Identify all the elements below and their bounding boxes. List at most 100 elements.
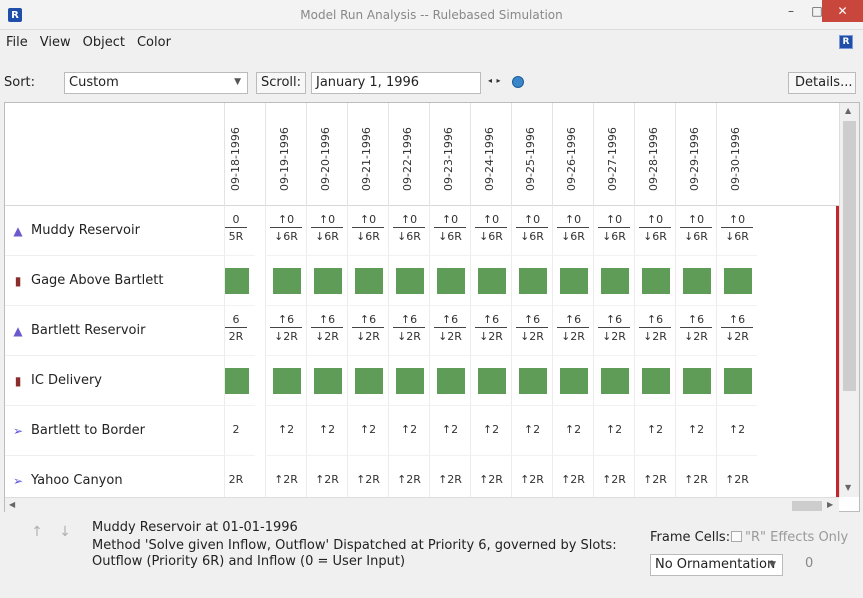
grid-cell[interactable]: ↑0 ↓6R: [470, 206, 511, 256]
menu-file[interactable]: File: [6, 35, 28, 50]
column-header[interactable]: 09-25-1996: [511, 103, 552, 206]
move-down-icon[interactable]: ↓: [56, 524, 74, 542]
grid-cell[interactable]: [265, 256, 306, 306]
grid-cell[interactable]: ↑2: [388, 406, 429, 456]
grid-cell[interactable]: ↑6 ↓2R: [675, 306, 716, 356]
grid-cell[interactable]: ↑0 ↓6R: [634, 206, 675, 256]
grid-cell[interactable]: [347, 256, 388, 306]
column-header[interactable]: 09-20-1996: [306, 103, 347, 206]
grid-cell[interactable]: ↑6 ↓2R: [511, 306, 552, 356]
grid-cell[interactable]: ↑6 ↓2R: [634, 306, 675, 356]
grid-cell[interactable]: ↑6 ↓2R: [429, 306, 470, 356]
move-up-icon[interactable]: ↑: [28, 524, 46, 542]
horizontal-scroll-thumb[interactable]: [792, 501, 822, 511]
column-header[interactable]: 09-26-1996: [552, 103, 593, 206]
row-header[interactable]: ▲ Bartlett Reservoir: [5, 306, 234, 356]
grid-cell[interactable]: ↑0 ↓6R: [306, 206, 347, 256]
scroll-down-icon[interactable]: ▼: [845, 483, 851, 492]
grid-cell[interactable]: [470, 256, 511, 306]
grid-cell[interactable]: [306, 256, 347, 306]
date-nav-arrows-icon[interactable]: ◂ ▸: [488, 76, 502, 85]
grid-cell[interactable]: [716, 356, 757, 406]
grid-cell[interactable]: ↑0 ↓6R: [429, 206, 470, 256]
grid-cell[interactable]: [511, 256, 552, 306]
refresh-icon[interactable]: [512, 76, 524, 88]
grid-cell[interactable]: [634, 256, 675, 306]
grid-cell[interactable]: [552, 256, 593, 306]
column-header[interactable]: 09-18-1996: [224, 103, 255, 206]
grid-cell[interactable]: ↑2: [716, 406, 757, 456]
grid-cell[interactable]: [716, 256, 757, 306]
menu-view[interactable]: View: [40, 35, 71, 50]
grid-cell[interactable]: [306, 356, 347, 406]
grid-cell[interactable]: ↑6 ↓2R: [347, 306, 388, 356]
sort-select[interactable]: Custom ▼: [64, 72, 248, 94]
scroll-button[interactable]: Scroll:: [256, 72, 306, 94]
effects-only-checkbox[interactable]: "R" Effects Only: [731, 530, 848, 545]
grid-cell[interactable]: [675, 256, 716, 306]
grid-cell[interactable]: ↑0 ↓6R: [265, 206, 306, 256]
scroll-left-icon[interactable]: ◀: [9, 500, 15, 509]
help-icon[interactable]: R: [839, 35, 853, 49]
menu-color[interactable]: Color: [137, 35, 171, 50]
grid-cell[interactable]: ↑0 ↓6R: [511, 206, 552, 256]
column-header[interactable]: 09-22-1996: [388, 103, 429, 206]
grid-cell[interactable]: [224, 256, 255, 306]
grid-cell[interactable]: [429, 356, 470, 406]
grid-cell[interactable]: ↑2: [347, 406, 388, 456]
column-header[interactable]: 09-19-1996: [265, 103, 306, 206]
grid-cell[interactable]: ↑0 ↓6R: [347, 206, 388, 256]
grid-cell[interactable]: ↑2: [552, 406, 593, 456]
ornamentation-select[interactable]: No Ornamentation ▼: [650, 554, 783, 576]
column-header[interactable]: 09-23-1996: [429, 103, 470, 206]
column-header[interactable]: 09-30-1996: [716, 103, 757, 206]
grid-cell[interactable]: [675, 356, 716, 406]
date-input[interactable]: January 1, 1996: [311, 72, 481, 94]
grid-cell[interactable]: ↑2: [429, 406, 470, 456]
grid-cell[interactable]: ↑0 ↓6R: [593, 206, 634, 256]
row-header[interactable]: ▲ Muddy Reservoir: [5, 206, 234, 256]
grid-cell[interactable]: [511, 356, 552, 406]
grid-cell[interactable]: [470, 356, 511, 406]
close-button[interactable]: ✕: [822, 0, 863, 22]
column-header[interactable]: 09-28-1996: [634, 103, 675, 206]
vertical-scroll-thumb[interactable]: [843, 121, 856, 391]
grid-cell[interactable]: ↑0 ↓6R: [675, 206, 716, 256]
column-header[interactable]: 09-21-1996: [347, 103, 388, 206]
grid-cell[interactable]: [429, 256, 470, 306]
grid-cell[interactable]: ↑6 ↓2R: [716, 306, 757, 356]
vertical-scrollbar[interactable]: ▲ ▼: [839, 103, 859, 497]
grid-cell[interactable]: [388, 356, 429, 406]
scroll-up-icon[interactable]: ▲: [845, 106, 851, 115]
ornament-spinner[interactable]: 0: [805, 556, 813, 571]
grid-cell[interactable]: [224, 356, 255, 406]
grid-cell[interactable]: ↑2: [306, 406, 347, 456]
grid-cell[interactable]: ↑6 ↓2R: [306, 306, 347, 356]
checkbox-icon[interactable]: [731, 531, 742, 542]
grid-cell[interactable]: [634, 356, 675, 406]
grid-cell[interactable]: [388, 256, 429, 306]
grid-cell[interactable]: ↑2: [265, 406, 306, 456]
scroll-right-icon[interactable]: ▶: [827, 500, 833, 509]
grid-cell[interactable]: ↑0 ↓6R: [716, 206, 757, 256]
row-header[interactable]: ▮ IC Delivery: [5, 356, 234, 406]
grid-cell[interactable]: [347, 356, 388, 406]
row-header[interactable]: ▮ Gage Above Bartlett: [5, 256, 234, 306]
grid-cell[interactable]: ↑6 ↓2R: [470, 306, 511, 356]
grid-cell[interactable]: ↑6 ↓2R: [388, 306, 429, 356]
grid-cell[interactable]: ↑6 ↓2R: [593, 306, 634, 356]
grid-cell[interactable]: ↑0 ↓6R: [388, 206, 429, 256]
details-button[interactable]: Details...: [788, 72, 856, 94]
grid-cell[interactable]: [552, 356, 593, 406]
grid-cell[interactable]: ↑2: [593, 406, 634, 456]
grid-cell[interactable]: [265, 356, 306, 406]
grid-cell[interactable]: ↑2: [634, 406, 675, 456]
grid-cell[interactable]: [593, 356, 634, 406]
grid-cell[interactable]: 0 5R: [224, 206, 255, 256]
grid-cell[interactable]: [593, 256, 634, 306]
column-header[interactable]: 09-24-1996: [470, 103, 511, 206]
grid-cell[interactable]: ↑2: [511, 406, 552, 456]
grid-cell[interactable]: ↑2: [470, 406, 511, 456]
grid-cell[interactable]: 6 2R: [224, 306, 255, 356]
grid-cell[interactable]: ↑6 ↓2R: [265, 306, 306, 356]
